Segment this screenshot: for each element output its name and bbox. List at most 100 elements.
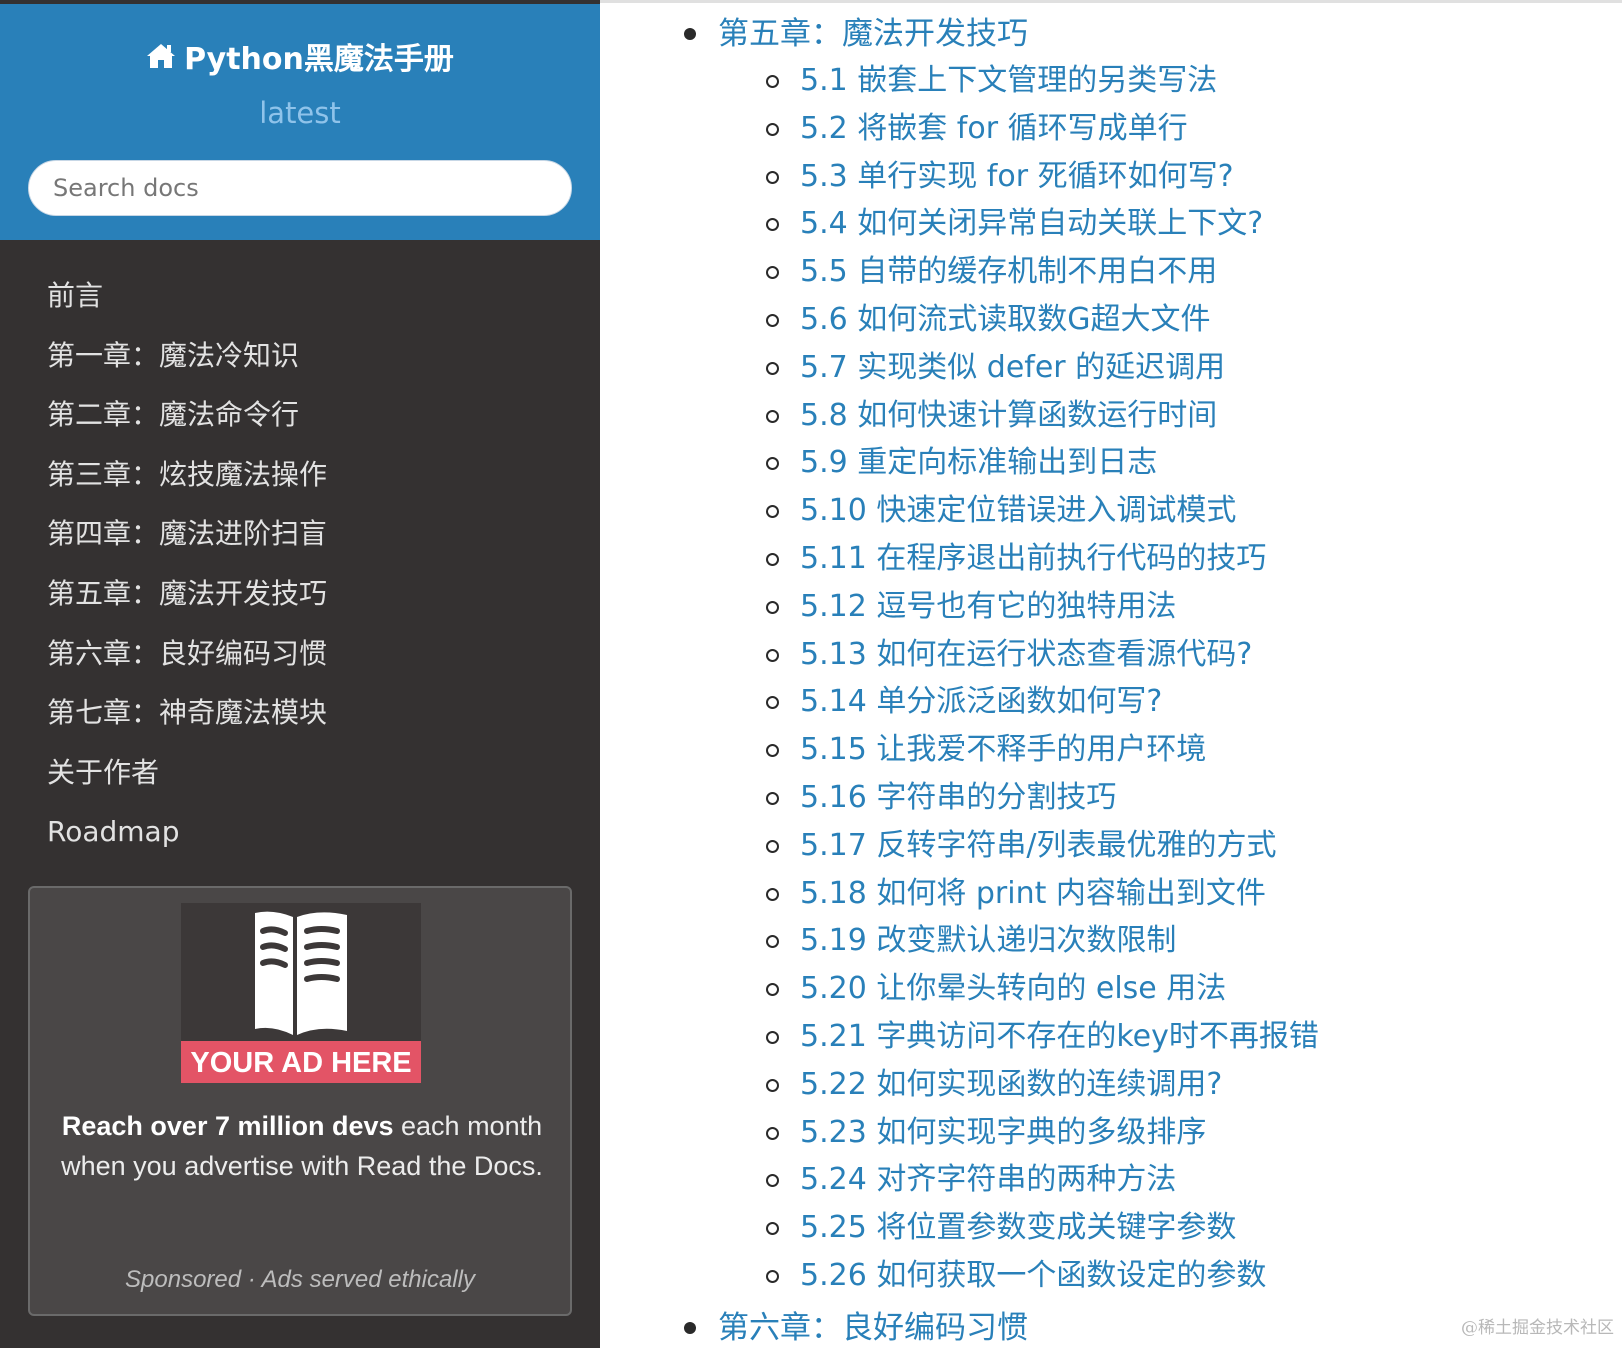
bullet-circle xyxy=(766,170,779,184)
toc-section-item[interactable]: 5.14 单分派泛函数如何写? xyxy=(766,680,1163,724)
ad-image[interactable]: YOUR AD HERE xyxy=(181,903,421,1083)
sidebar-item-chapter-4[interactable]: 第四章：魔法进阶扫盲 xyxy=(0,504,600,564)
sidebar-item-chapter-7[interactable]: 第七章：神奇魔法模块 xyxy=(0,683,600,743)
toc-section-item[interactable]: 5.20 让你晕头转向的 else 用法 xyxy=(766,967,1227,1011)
toc-section-item[interactable]: 5.11 在程序退出前执行代码的技巧 xyxy=(766,537,1266,581)
ad-text-bold: Reach over 7 million devs xyxy=(61,1111,394,1141)
toc-section-item[interactable]: 5.19 改变默认递归次数限制 xyxy=(766,919,1177,963)
toc-section-item[interactable]: 5.7 实现类似 defer 的延迟调用 xyxy=(766,346,1226,390)
bullet-circle xyxy=(766,75,779,88)
toc-section-label: 5.26 如何获取一个函数设定的参数 xyxy=(800,1258,1267,1293)
ad-text[interactable]: Reach over 7 million devs each month whe… xyxy=(40,1106,564,1186)
toc-section-item[interactable]: 5.18 如何将 print 内容输出到文件 xyxy=(766,872,1266,916)
bullet-circle xyxy=(766,314,779,327)
toc-section-item[interactable]: 5.12 逗号也有它的独特用法 xyxy=(766,585,1176,629)
toc-section-item[interactable]: 5.21 字典访问不存在的key时不再报错 xyxy=(766,1015,1319,1059)
toc-section-item[interactable]: 5.1 嵌套上下文管理的另类写法 xyxy=(766,59,1217,103)
sponsor-ad[interactable]: YOUR AD HERE Reach over 7 million devs e… xyxy=(28,886,572,1316)
sidebar-item-roadmap[interactable]: Roadmap xyxy=(0,802,600,862)
search-input[interactable] xyxy=(28,160,572,216)
toc-section-label: 5.9 重定向标准输出到日志 xyxy=(800,445,1158,481)
toc-section-item[interactable]: 5.2 将嵌套 for 循环写成单行 xyxy=(766,107,1188,151)
toc-chapter-label: 第五章：魔法开发技巧 xyxy=(718,16,1028,52)
main-content: 第五章：魔法开发技巧 5.1 嵌套上下文管理的另类写法 5.2 将嵌套 for 循… xyxy=(600,0,1622,1348)
toc-section-label: 5.7 实现类似 defer 的延迟调用 xyxy=(800,349,1226,385)
toc-section-item[interactable]: 5.4 如何关闭异常自动关联上下文? xyxy=(766,202,1264,246)
toc-section-label: 5.25 将位置参数变成关键字参数 xyxy=(800,1210,1237,1246)
bullet-circle xyxy=(766,983,779,997)
bullet-circle xyxy=(766,409,779,423)
toc-section-item[interactable]: 5.24 对齐字符串的两种方法 xyxy=(766,1158,1176,1202)
bullet-circle xyxy=(766,505,779,519)
bullet-circle xyxy=(766,457,779,471)
toc-section-label: 5.16 字符串的分割技巧 xyxy=(800,780,1117,815)
toc-section-item[interactable]: 5.17 反转字符串/列表最优雅的方式 xyxy=(766,824,1277,868)
toc-section-label: 5.17 反转字符串/列表最优雅的方式 xyxy=(800,827,1277,863)
toc-section-item[interactable]: 5.23 如何实现字典的多级排序 xyxy=(766,1111,1207,1155)
bullet-circle xyxy=(766,266,779,280)
toc-section-label: 5.21 字典访问不存在的key时不再报错 xyxy=(800,1019,1319,1054)
sidebar-item-chapter-1[interactable]: 第一章：魔法冷知识 xyxy=(0,326,600,386)
toc-section-label: 5.22 如何实现函数的连续调用? xyxy=(800,1066,1223,1102)
project-title: Python黑魔法手册 xyxy=(184,42,454,77)
toc-section-item[interactable]: 5.13 如何在运行状态查看源代码? xyxy=(766,633,1253,677)
bullet-circle xyxy=(766,600,779,614)
ad-sponsored-label[interactable]: Sponsored · Ads served ethically xyxy=(30,1266,570,1294)
sidebar-item-about-author[interactable]: 关于作者 xyxy=(0,743,600,803)
toc-chapter-current[interactable]: 第五章：魔法开发技巧 xyxy=(684,12,1028,56)
version-label: latest xyxy=(259,96,341,130)
toc-section-item[interactable]: 5.25 将位置参数变成关键字参数 xyxy=(766,1206,1237,1250)
toc-section-label: 5.4 如何关闭异常自动关联上下文? xyxy=(800,206,1264,242)
bullet-disc xyxy=(684,28,696,40)
bullet-circle xyxy=(766,1270,779,1283)
toc-section-label: 5.10 快速定位错误进入调试模式 xyxy=(800,493,1237,529)
toc-section-label: 5.19 改变默认递归次数限制 xyxy=(800,923,1177,959)
bullet-circle xyxy=(766,696,779,710)
ad-banner: YOUR AD HERE xyxy=(181,1041,421,1083)
toc-section-item[interactable]: 5.5 自带的缓存机制不用白不用 xyxy=(766,250,1218,294)
toc-section-label: 5.23 如何实现字典的多级排序 xyxy=(800,1114,1207,1150)
toc-section-label: 5.3 单行实现 for 死循环如何写? xyxy=(800,158,1234,194)
sidebar-item-preface[interactable]: 前言 xyxy=(0,266,600,326)
book-icon xyxy=(255,911,347,1035)
toc-section-label: 5.20 让你晕头转向的 else 用法 xyxy=(800,971,1227,1007)
toc-section-item[interactable]: 5.6 如何流式读取数G超大文件 xyxy=(766,298,1211,342)
bullet-circle xyxy=(766,1078,779,1092)
toc-chapter-label: 第六章：良好编码习惯 xyxy=(718,1310,1028,1346)
toc-section-label: 5.15 让我爱不释手的用户环境 xyxy=(800,732,1207,768)
sidebar-item-chapter-3[interactable]: 第三章：炫技魔法操作 xyxy=(0,445,600,505)
bullet-circle xyxy=(766,553,779,566)
toc-section-label: 5.18 如何将 print 内容输出到文件 xyxy=(800,875,1266,911)
home-icon xyxy=(147,44,176,68)
bullet-circle xyxy=(766,1222,779,1236)
bullet-circle xyxy=(766,887,779,901)
toc-section-item[interactable]: 5.22 如何实现函数的连续调用? xyxy=(766,1063,1223,1107)
toc-section-label: 5.2 将嵌套 for 循环写成单行 xyxy=(800,110,1188,146)
sidebar-item-chapter-6[interactable]: 第六章：良好编码习惯 xyxy=(0,624,600,684)
toc-section-item[interactable]: 5.8 如何快速计算函数运行时间 xyxy=(766,394,1218,438)
sidebar-nav: 前言 第一章：魔法冷知识 第二章：魔法命令行 第三章：炫技魔法操作 第四章：魔法… xyxy=(0,266,600,862)
bullet-circle xyxy=(766,218,779,232)
toc-section-label: 5.5 自带的缓存机制不用白不用 xyxy=(800,254,1218,290)
sidebar-item-chapter-2[interactable]: 第二章：魔法命令行 xyxy=(0,385,600,445)
toc-section-item[interactable]: 5.9 重定向标准输出到日志 xyxy=(766,441,1158,485)
toc-section-item[interactable]: 5.10 快速定位错误进入调试模式 xyxy=(766,489,1237,533)
sidebar-header: Python黑魔法手册 latest xyxy=(0,4,600,240)
bullet-circle xyxy=(766,935,779,949)
toc-section-item[interactable]: 5.3 单行实现 for 死循环如何写? xyxy=(766,155,1234,199)
sidebar-item-chapter-5[interactable]: 第五章：魔法开发技巧 xyxy=(0,564,600,624)
bullet-circle xyxy=(766,839,779,853)
toc-section-item[interactable]: 5.26 如何获取一个函数设定的参数 xyxy=(766,1254,1267,1298)
bullet-circle xyxy=(766,792,779,805)
project-home-link[interactable]: Python黑魔法手册 xyxy=(0,34,600,78)
toc-chapter-next[interactable]: 第六章：良好编码习惯 xyxy=(684,1306,1028,1348)
bullet-circle xyxy=(766,1031,779,1044)
sidebar: Python黑魔法手册 latest 前言 第一章：魔法冷知识 第二章：魔法命令… xyxy=(0,0,600,1348)
toc-section-label: 5.8 如何快速计算函数运行时间 xyxy=(800,397,1218,433)
bullet-circle xyxy=(766,648,779,662)
toc-section-item[interactable]: 5.16 字符串的分割技巧 xyxy=(766,776,1117,820)
toc-section-label: 5.14 单分派泛函数如何写? xyxy=(800,684,1163,720)
toc-section-label: 5.13 如何在运行状态查看源代码? xyxy=(800,636,1253,672)
toc-section-item[interactable]: 5.15 让我爱不释手的用户环境 xyxy=(766,728,1207,772)
bullet-disc xyxy=(684,1322,696,1334)
